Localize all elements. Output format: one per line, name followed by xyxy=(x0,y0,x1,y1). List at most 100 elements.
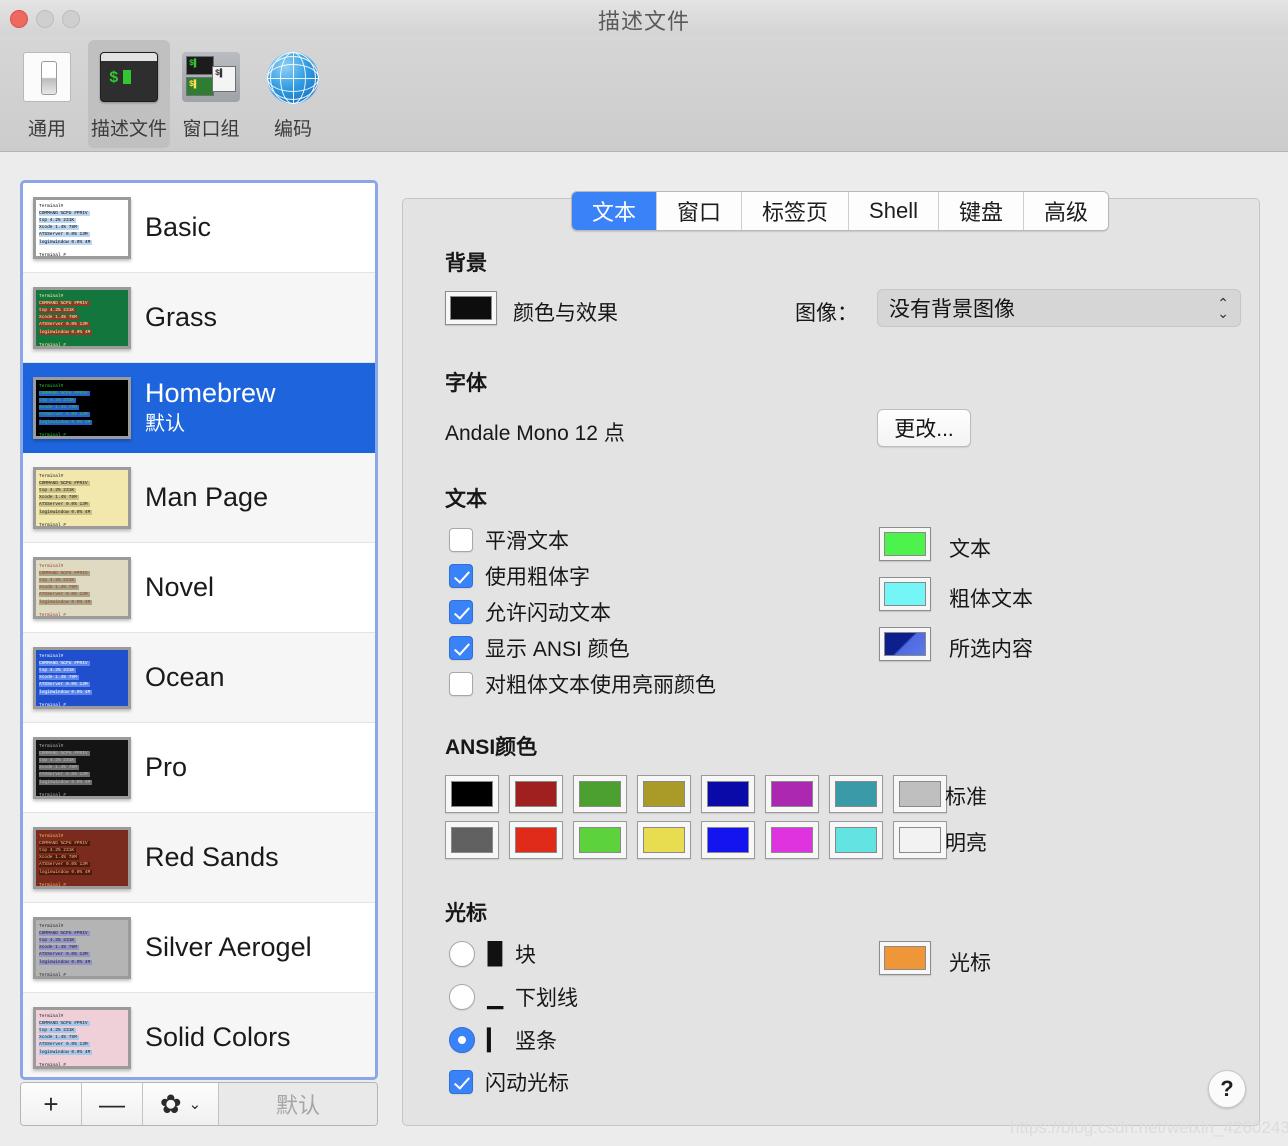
color-swatch xyxy=(515,781,557,807)
cursor-style-radio[interactable]: ▎ 竖条 xyxy=(449,1025,557,1055)
ansi-normal-well[interactable] xyxy=(573,775,627,813)
profile-name-block: Man Page xyxy=(145,483,268,512)
profile-thumbnail: Terminal# COMMAND %CPU #PRIV top 4.2% 231K… xyxy=(33,826,131,889)
cursor-style-radio[interactable]: █ 块 xyxy=(449,939,536,969)
blink-cursor-label: 闪动光标 xyxy=(485,1072,569,1095)
tab-2[interactable]: 标签页 xyxy=(742,192,850,230)
set-default-button[interactable]: 默认 xyxy=(219,1083,377,1125)
ansi-normal-well[interactable] xyxy=(701,775,755,813)
chevron-down-icon: ⌄ xyxy=(188,1096,202,1113)
checkbox-box xyxy=(449,600,473,624)
cursor-section-title: 光标 xyxy=(445,902,487,925)
ansi-bright-well[interactable] xyxy=(701,821,755,859)
text-option-checkbox[interactable]: 平滑文本 xyxy=(449,525,569,555)
text-color-well[interactable] xyxy=(879,577,931,611)
profile-list[interactable]: Terminal# COMMAND %CPU #PRIV top 4.2% 231K… xyxy=(20,180,378,1080)
ansi-normal-well[interactable] xyxy=(893,775,947,813)
text-color-well[interactable] xyxy=(879,527,931,561)
profile-row[interactable]: Terminal# COMMAND %CPU #PRIV top 4.2% 231K… xyxy=(23,903,375,993)
text-option-checkbox[interactable]: 使用粗体字 xyxy=(449,561,590,591)
checkbox-box xyxy=(449,672,473,696)
profile-name: Grass xyxy=(145,302,218,333)
remove-profile-button[interactable]: — xyxy=(82,1083,143,1125)
profile-name: Novel xyxy=(145,572,215,603)
background-color-well[interactable] xyxy=(445,291,497,325)
text-color-well[interactable] xyxy=(879,627,931,661)
ansi-normal-well[interactable] xyxy=(829,775,883,813)
ansi-bright-well[interactable] xyxy=(573,821,627,859)
profile-row[interactable]: Terminal# COMMAND %CPU #PRIV top 4.2% 231K… xyxy=(23,993,375,1077)
profile-row[interactable]: Terminal# COMMAND %CPU #PRIV top 4.2% 231K… xyxy=(23,543,375,633)
cursor-shape-icon: ▁ xyxy=(487,985,504,1009)
watermark: https://blog.csdn.net/weixin_42602433 xyxy=(1010,1118,1288,1137)
toolbar-item-profiles-label: 描述文件 xyxy=(90,119,167,140)
toolbar-item-window-groups[interactable]: $▌ $▌ $▌ 窗口组 xyxy=(170,40,252,148)
tab-0[interactable]: 文本 xyxy=(572,192,658,230)
color-effects-label: 颜色与效果 xyxy=(513,302,618,325)
color-swatch xyxy=(835,827,877,853)
profile-thumbnail: Terminal# COMMAND %CPU #PRIV top 4.2% 231K… xyxy=(33,286,131,349)
checkbox-box xyxy=(449,564,473,588)
toolbar-item-general[interactable]: 通用 xyxy=(6,40,88,148)
profile-default-badge: 默认 xyxy=(145,413,185,436)
color-swatch xyxy=(771,827,813,853)
cursor-style-label: 块 xyxy=(515,944,536,967)
ansi-normal-well[interactable] xyxy=(637,775,691,813)
ansi-bright-well[interactable] xyxy=(637,821,691,859)
cursor-color-well[interactable] xyxy=(879,941,931,975)
color-swatch xyxy=(643,827,685,853)
cursor-style-radio[interactable]: ▁ 下划线 xyxy=(449,982,578,1012)
add-profile-button[interactable]: + xyxy=(21,1083,82,1125)
toolbar-item-profiles[interactable]: $ 描述文件 xyxy=(88,40,170,148)
preferences-toolbar: 通用 $ 描述文件 $▌ $▌ $▌ 窗口组 编码 xyxy=(0,34,1288,152)
ansi-normal-well[interactable] xyxy=(445,775,499,813)
text-color-label: 粗体文本 xyxy=(949,588,1033,611)
tab-4[interactable]: 键盘 xyxy=(938,192,1024,230)
color-swatch xyxy=(899,781,941,807)
profile-name: Homebrew xyxy=(145,377,276,408)
profile-actions-button[interactable]: ✿ ⌄ xyxy=(143,1083,219,1125)
profile-row[interactable]: Terminal# COMMAND %CPU #PRIV top 4.2% 231K… xyxy=(23,183,375,273)
ansi-normal-well[interactable] xyxy=(509,775,563,813)
profile-row[interactable]: Terminal# COMMAND %CPU #PRIV top 4.2% 231K… xyxy=(23,723,375,813)
text-option-checkbox[interactable]: 对粗体文本使用亮丽颜色 xyxy=(449,669,716,699)
profile-name-block: Red Sands xyxy=(145,843,279,872)
change-font-button[interactable]: 更改... xyxy=(877,409,971,447)
color-swatch xyxy=(451,827,493,853)
font-value: Andale Mono 12 点 xyxy=(445,422,625,445)
tab-3[interactable]: Shell xyxy=(849,192,939,230)
background-image-value: 没有背景图像 xyxy=(889,298,1015,321)
profile-name-block: Basic xyxy=(145,213,211,242)
cursor-color-swatch xyxy=(884,946,926,970)
window-title: 描述文件 xyxy=(597,9,690,34)
text-option-checkbox[interactable]: 显示 ANSI 颜色 xyxy=(449,633,630,663)
ansi-bright-well[interactable] xyxy=(829,821,883,859)
profile-row[interactable]: Terminal# COMMAND %CPU #PRIV top 4.2% 231K… xyxy=(23,363,375,453)
background-image-select[interactable]: 没有背景图像 ⌃ ⌄ xyxy=(877,289,1241,327)
profile-name-block: Novel xyxy=(145,572,215,603)
radio-button xyxy=(449,984,475,1010)
toolbar-item-general-label: 通用 xyxy=(27,119,66,140)
tab-5[interactable]: 高级 xyxy=(1023,192,1108,230)
gear-icon: ✿ xyxy=(159,1088,182,1119)
ansi-bright-well[interactable] xyxy=(893,821,947,859)
profile-row[interactable]: Terminal# COMMAND %CPU #PRIV top 4.2% 231K… xyxy=(23,633,375,723)
profile-name-block: Silver Aerogel xyxy=(145,933,312,962)
ansi-section-title: ANSI颜色 xyxy=(445,736,538,759)
profile-row[interactable]: Terminal# COMMAND %CPU #PRIV top 4.2% 231K… xyxy=(23,813,375,903)
help-button[interactable]: ? xyxy=(1208,1070,1246,1108)
checkbox-box xyxy=(449,1070,473,1094)
ansi-bright-well[interactable] xyxy=(509,821,563,859)
settings-panel: 文本 窗口 标签页 Shell 键盘 高级 背景 颜色与效果 图像： 没有背景图像 ⌃ ⌄ … xyxy=(402,191,1260,1126)
color-swatch xyxy=(451,781,493,807)
tab-1[interactable]: 窗口 xyxy=(657,192,743,230)
toolbar-item-encodings[interactable]: 编码 xyxy=(252,40,334,148)
profile-row[interactable]: Terminal# COMMAND %CPU #PRIV top 4.2% 231K… xyxy=(23,453,375,543)
ansi-normal-well[interactable] xyxy=(765,775,819,813)
text-option-checkbox[interactable]: 允许闪动文本 xyxy=(449,597,611,627)
switch-icon xyxy=(17,48,77,108)
ansi-bright-well[interactable] xyxy=(445,821,499,859)
ansi-bright-well[interactable] xyxy=(765,821,819,859)
profile-row[interactable]: Terminal# COMMAND %CPU #PRIV top 4.2% 231K… xyxy=(23,273,375,363)
blink-cursor-checkbox[interactable]: 闪动光标 xyxy=(449,1067,569,1097)
